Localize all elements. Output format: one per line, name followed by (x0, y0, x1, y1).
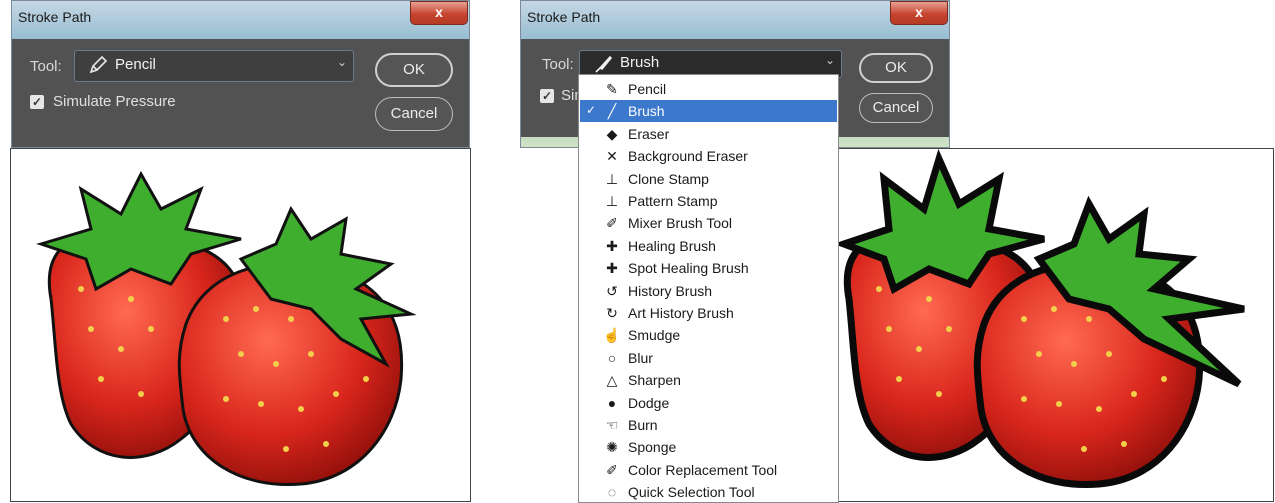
blur-icon: ○ (607, 349, 617, 366)
tool-dropdown-menu: ✎ Pencil ✓ ╱ Brush ◆ Eraser ✕ Background Eraser ⊥… (578, 74, 839, 503)
ok-button[interactable]: OK (375, 53, 453, 87)
brush-icon (595, 55, 613, 73)
menu-item-label: Art History Brush (628, 305, 734, 321)
pattern-stamp-icon: ⊥ (605, 193, 619, 209)
menu-item-spot-healing-brush[interactable]: ✚ Spot Healing Brush (580, 257, 837, 279)
chevron-down-icon: ⌄ (336, 55, 347, 69)
menu-item-background-eraser[interactable]: ✕ Background Eraser (580, 145, 837, 167)
mixer-brush-icon: ✐ (606, 215, 618, 232)
menu-item-eraser[interactable]: ◆ Eraser (580, 123, 837, 145)
clone-stamp-icon: ⊥ (605, 170, 619, 187)
menu-item-label: Dodge (628, 394, 670, 411)
background-eraser-icon: ✕ (606, 148, 618, 165)
healing-brush-icon: ✚ (606, 237, 618, 254)
menu-item-healing-brush[interactable]: ✚ Healing Brush (580, 235, 837, 257)
ok-button[interactable]: OK (859, 53, 933, 83)
dialog-title: Stroke Path (527, 9, 601, 25)
menu-item-pencil[interactable]: ✎ Pencil (580, 78, 837, 100)
menu-item-label: Brush (628, 103, 665, 120)
sponge-icon: ✺ (606, 439, 618, 456)
menu-item-label: Burn (628, 417, 658, 433)
menu-item-smudge[interactable]: ☝ Smudge (580, 324, 837, 346)
dialog-title: Stroke Path (18, 9, 92, 25)
chevron-down-icon: ⌄ (824, 53, 835, 67)
simulate-pressure-label: Simulate Pressure (53, 93, 176, 110)
menu-item-label: Quick Selection Tool (628, 484, 755, 501)
close-icon: x (435, 4, 443, 20)
menu-item-label: Eraser (628, 125, 670, 142)
close-button[interactable]: x (410, 1, 468, 25)
menu-item-label: Color Replacement Tool (628, 461, 778, 478)
simulate-pressure-checkbox[interactable]: ✓ (540, 89, 554, 103)
menu-item-label: Healing Brush (628, 237, 716, 254)
strawberry-illustration-right (839, 149, 1245, 489)
brush-icon: ╱ (607, 103, 617, 120)
menu-item-color-replacement-tool[interactable]: ✐ Color Replacement Tool (580, 459, 837, 481)
cancel-button[interactable]: Cancel (859, 93, 933, 123)
menu-item-blur[interactable]: ○ Blur (580, 347, 837, 369)
history-brush-icon: ↺ (606, 282, 618, 299)
menu-item-burn[interactable]: ☜ Burn (580, 414, 837, 436)
tool-label: Tool: (30, 58, 62, 75)
menu-item-art-history-brush[interactable]: ↻ Art History Brush (580, 302, 837, 324)
menu-item-label: Pattern Stamp (628, 193, 718, 209)
tool-select[interactable]: Pencil ⌄ (74, 50, 354, 82)
menu-item-label: Sharpen (628, 372, 681, 389)
checkmark-icon: ✓ (586, 103, 597, 118)
tool-label: Tool: (542, 56, 574, 73)
menu-item-label: Pencil (628, 81, 667, 97)
menu-item-label: Mixer Brush Tool (628, 215, 733, 232)
menu-item-label: Sponge (628, 439, 677, 456)
menu-item-history-brush[interactable]: ↺ History Brush (580, 280, 837, 302)
menu-item-dodge[interactable]: ● Dodge (580, 392, 837, 414)
eraser-icon: ◆ (606, 125, 618, 142)
strawberry-illustration-left (36, 170, 417, 487)
dialog-body: Tool: Pencil ⌄ ✓ Simulate Pressure OK Ca… (12, 39, 469, 147)
smudge-icon: ☝ (603, 327, 621, 344)
tool-select-value: Pencil (115, 56, 156, 73)
color-replacement-icon: ✐ (606, 461, 618, 478)
menu-item-label: Background Eraser (628, 148, 748, 165)
menu-item-label: History Brush (628, 282, 713, 299)
menu-item-label: Smudge (628, 327, 681, 344)
art-history-brush-icon: ↻ (606, 305, 618, 321)
pencil-icon: ✎ (606, 81, 618, 97)
tool-select-value: Brush (620, 54, 660, 71)
dodge-icon: ● (607, 394, 617, 411)
menu-item-label: Clone Stamp (628, 170, 709, 187)
menu-item-pattern-stamp[interactable]: ⊥ Pattern Stamp (580, 190, 837, 212)
canvas-right (838, 148, 1274, 502)
menu-item-label: Spot Healing Brush (628, 260, 749, 277)
menu-item-sharpen[interactable]: △ Sharpen (580, 369, 837, 391)
simulate-pressure-checkbox[interactable]: ✓ (30, 95, 44, 109)
close-button[interactable]: x (890, 1, 948, 25)
sharpen-icon: △ (606, 372, 618, 389)
stroke-path-dialog-left: Stroke Path x Tool: Pencil ⌄ ✓ Simulate … (11, 0, 470, 148)
menu-item-brush[interactable]: ✓ ╱ Brush (580, 100, 837, 123)
menu-item-quick-selection-tool[interactable]: ◌ Quick Selection Tool (580, 481, 837, 503)
menu-item-mixer-brush-tool[interactable]: ✐ Mixer Brush Tool (580, 212, 837, 234)
quick-selection-icon: ◌ (607, 484, 617, 501)
menu-item-sponge[interactable]: ✺ Sponge (580, 436, 837, 458)
cancel-button[interactable]: Cancel (375, 97, 453, 131)
spot-healing-brush-icon: ✚ (606, 260, 618, 277)
menu-item-clone-stamp[interactable]: ⊥ Clone Stamp (580, 168, 837, 190)
menu-item-label: Blur (628, 349, 653, 366)
burn-icon: ☜ (605, 417, 619, 433)
canvas-left (10, 148, 471, 502)
pencil-icon (89, 55, 108, 74)
close-icon: x (915, 4, 923, 20)
